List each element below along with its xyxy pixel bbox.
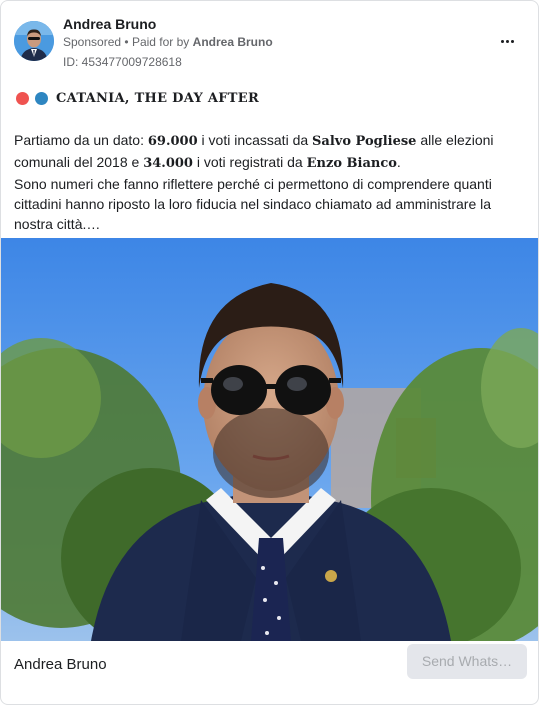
sponsored-line: Sponsored • Paid for by Andrea Bruno (63, 35, 273, 49)
separator-dot: • (124, 35, 132, 49)
send-whatsapp-button[interactable]: Send Whats… (407, 644, 527, 679)
red-circle-icon (16, 92, 29, 105)
blue-circle-icon (35, 92, 48, 105)
post-photo[interactable] (1, 238, 538, 641)
post-author[interactable]: Andrea Bruno (63, 16, 156, 32)
ad-card: Andrea Bruno Sponsored • Paid for by And… (0, 0, 539, 705)
avatar[interactable] (14, 21, 54, 61)
name-bianco: Enzo Bianco (306, 156, 397, 171)
body-text-segment: . (396, 154, 401, 170)
paid-prefix: Paid for by (131, 35, 190, 49)
name-pogliese: Salvo Pogliese (312, 134, 417, 149)
post-body: Partiamo da un dato: 69.000 i voti incas… (14, 130, 526, 234)
body-text-segment: Partiamo da un dato: (14, 132, 148, 148)
body-text-segment: i voti registrati da (192, 154, 307, 170)
more-horizontal-icon (500, 39, 504, 43)
avatar-portrait (14, 21, 54, 61)
more-options-button[interactable] (493, 29, 521, 53)
votes-bianco: 34.000 (143, 156, 193, 171)
body-paragraph-2: Sono numeri che fanno riflettere perché … (14, 176, 492, 232)
paid-by-name[interactable]: Andrea Bruno (193, 35, 273, 49)
footer-page-name[interactable]: Andrea Bruno (14, 656, 107, 673)
sponsored-label: Sponsored (63, 35, 122, 49)
body-text-segment: i voti incassati da (197, 132, 313, 148)
ad-id: ID: 453477009728618 (63, 55, 182, 69)
portrait-photo (1, 238, 538, 641)
headline-text: CATANIA, THE DAY AFTER (56, 91, 260, 106)
post-headline: CATANIA, THE DAY AFTER (16, 91, 259, 106)
votes-pogliese: 69.000 (147, 134, 198, 149)
